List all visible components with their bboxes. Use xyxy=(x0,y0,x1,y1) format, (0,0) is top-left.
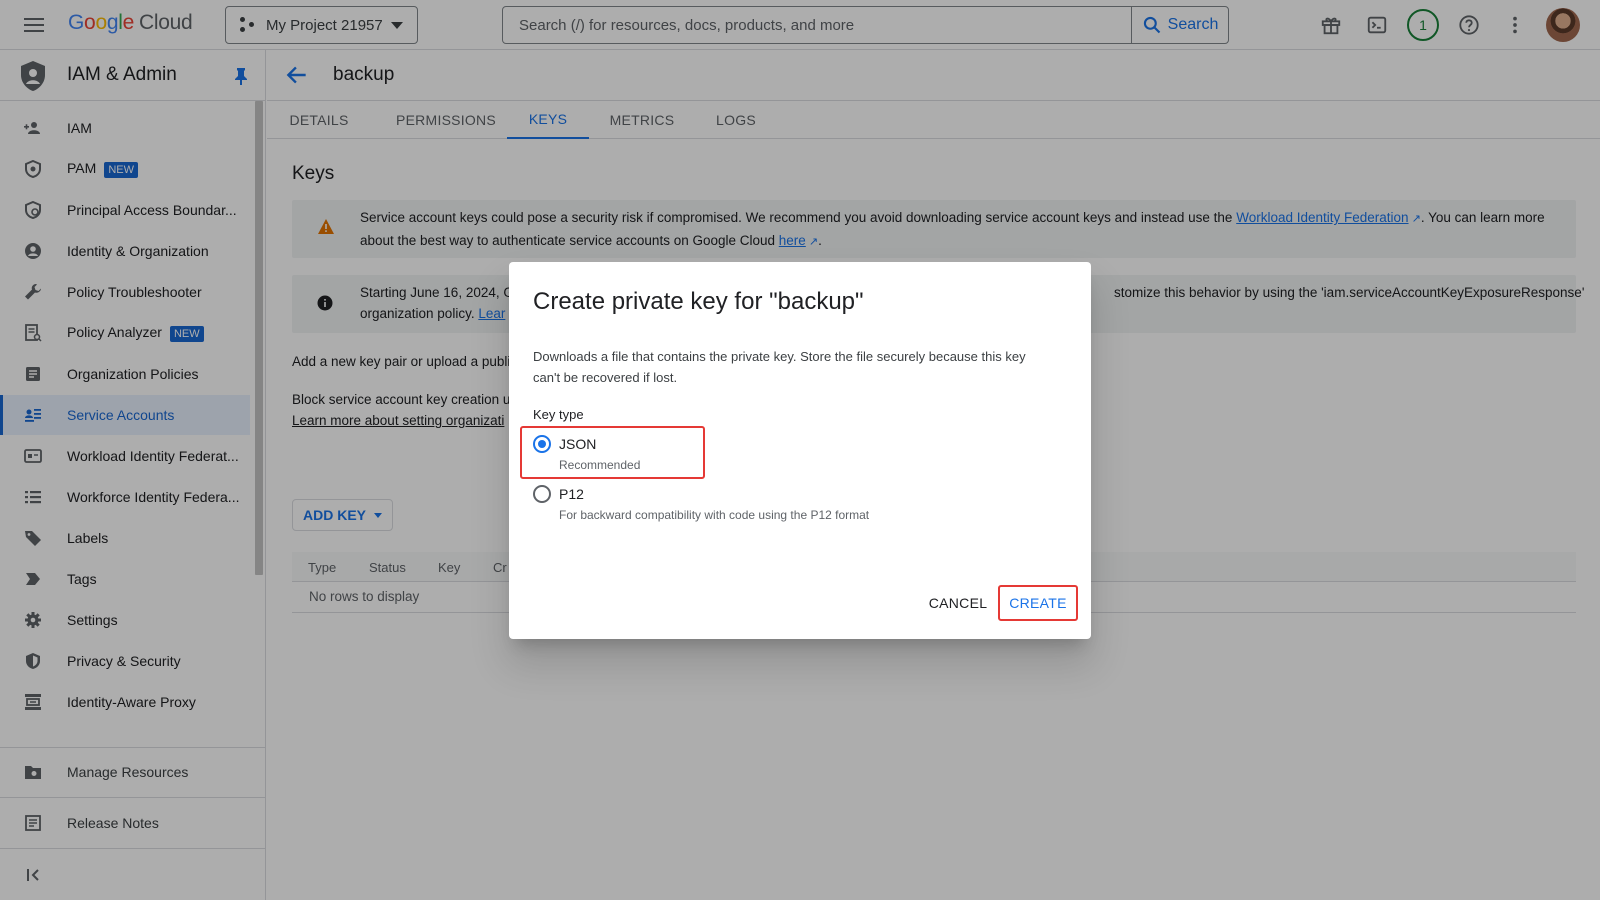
radio-sublabel-json: Recommended xyxy=(559,458,641,472)
radio-label-p12: P12 xyxy=(559,486,584,502)
create-key-dialog: Create private key for "backup" Download… xyxy=(509,262,1091,639)
key-type-label: Key type xyxy=(533,407,584,422)
radio-button-json[interactable] xyxy=(533,435,551,453)
dialog-description: Downloads a file that contains the priva… xyxy=(533,349,1026,385)
radio-sublabel-p12: For backward compatibility with code usi… xyxy=(559,508,870,522)
radio-button-p12[interactable] xyxy=(533,485,551,503)
radio-label-json: JSON xyxy=(559,436,597,452)
radio-option-p12[interactable]: P12 For backward compatibility with code… xyxy=(533,485,869,522)
radio-option-json[interactable]: JSON Recommended xyxy=(533,435,640,472)
dialog-title: Create private key for "backup" xyxy=(533,288,864,315)
create-button[interactable]: CREATE xyxy=(998,585,1078,621)
cancel-button[interactable]: CANCEL xyxy=(915,585,1001,621)
